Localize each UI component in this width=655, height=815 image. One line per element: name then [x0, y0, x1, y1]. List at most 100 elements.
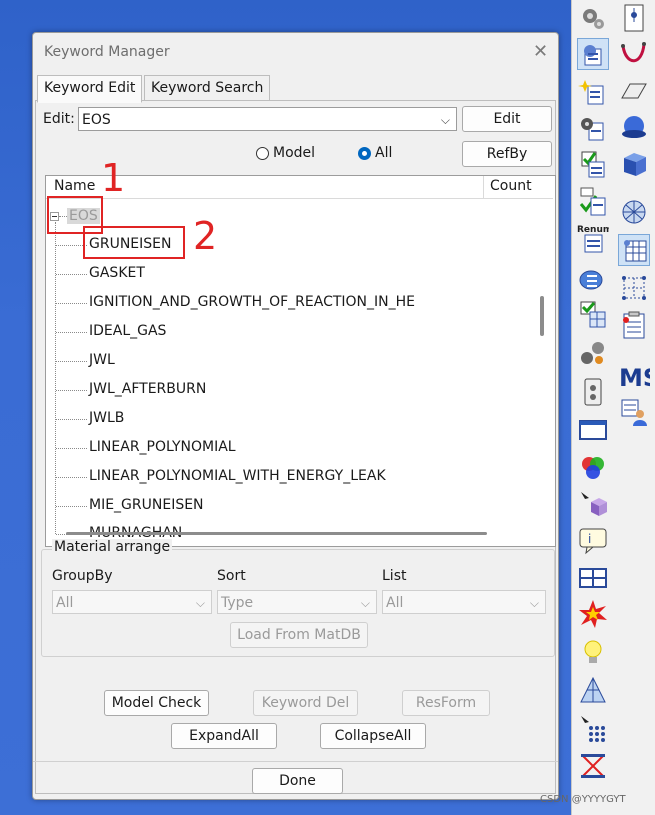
annotation-box-2: [83, 226, 185, 259]
tree-connector: [56, 506, 87, 507]
check-document-icon[interactable]: [577, 186, 609, 218]
document-view-icon[interactable]: [618, 2, 650, 34]
table-grid-icon[interactable]: [618, 234, 650, 266]
tree-node-child[interactable]: LINEAR_POLYNOMIAL: [89, 439, 236, 455]
close-icon[interactable]: ✕: [533, 41, 548, 62]
renum-icon[interactable]: Renum: [577, 222, 609, 254]
chevron-down-icon: ⌵: [529, 596, 539, 610]
check-grid-icon[interactable]: [577, 298, 609, 330]
tree-connector: [56, 390, 87, 391]
tree-connector: [56, 361, 87, 362]
beam-truss-icon[interactable]: [577, 750, 609, 782]
tree-connector: [56, 477, 87, 478]
tree-node-child[interactable]: JWLB: [89, 410, 124, 426]
edit-combobox-value: EOS: [82, 112, 111, 128]
tree-node-child[interactable]: JWL: [89, 352, 115, 368]
tree-connector: [56, 332, 87, 333]
tree-connector: [56, 303, 87, 304]
keyword-manager-dialog: Keyword Manager ✕ Keyword Edit Keyword S…: [32, 32, 559, 800]
multi-gear-icon[interactable]: [577, 338, 609, 370]
material-arrange-group: Material arrange GroupBy Sort List All ⌵…: [41, 539, 555, 657]
watermark: CSDN @YYYYGYT: [540, 794, 626, 805]
gear-list-icon[interactable]: [577, 112, 609, 144]
sort-select-value: Type: [221, 595, 254, 611]
clipboard-list-icon[interactable]: [618, 310, 650, 342]
column-count[interactable]: Count: [490, 178, 532, 194]
tree-node-child[interactable]: MIE_GRUNEISEN: [89, 497, 204, 513]
tree-connector: [56, 448, 87, 449]
expand-all-button[interactable]: ExpandAll: [171, 723, 277, 749]
node-grid-icon[interactable]: [618, 272, 650, 304]
list-select[interactable]: All ⌵: [382, 590, 546, 614]
load-from-matdb-button[interactable]: Load From MatDB: [230, 622, 368, 648]
solid-block-icon[interactable]: [618, 148, 650, 180]
footer-divider: [33, 761, 558, 762]
refby-button[interactable]: RefBy: [462, 141, 552, 167]
radio-all-label: All: [375, 145, 393, 161]
color-palette-icon[interactable]: [577, 452, 609, 484]
edit-button[interactable]: Edit: [462, 106, 552, 132]
radio-model-circle: [256, 146, 269, 160]
svg-text:i: i: [588, 532, 591, 546]
gear-settings-icon[interactable]: [577, 2, 609, 34]
grid-view-icon[interactable]: [577, 562, 609, 594]
explosion-icon[interactable]: [577, 598, 609, 630]
chevron-down-icon: ⌵: [195, 596, 205, 610]
sphere-icon[interactable]: [618, 112, 650, 144]
tree-node-child[interactable]: LINEAR_POLYNOMIAL_WITH_ENERGY_LEAK: [89, 468, 386, 484]
edit-combobox[interactable]: EOS ⌵: [78, 107, 457, 131]
tree-node-child[interactable]: IDEAL_GAS: [89, 323, 166, 339]
sort-label: Sort: [217, 568, 246, 584]
keyword-del-button[interactable]: Keyword Del: [253, 690, 358, 716]
chevron-down-icon: ⌵: [440, 113, 450, 127]
window-icon[interactable]: [577, 414, 609, 446]
check-list-icon[interactable]: [577, 148, 609, 180]
radio-model[interactable]: Model: [256, 145, 315, 161]
comment-icon[interactable]: i: [577, 524, 609, 556]
dot-matrix-icon[interactable]: [577, 712, 609, 744]
cube-cursor-icon[interactable]: [577, 488, 609, 520]
right-toolbar: Renum i MS: [571, 0, 655, 815]
radio-all-circle: [358, 146, 371, 160]
collapse-all-button[interactable]: CollapseAll: [320, 723, 426, 749]
tree-connector: [56, 419, 87, 420]
plane-icon[interactable]: [618, 76, 650, 108]
done-button[interactable]: Done: [252, 768, 343, 794]
keyword-manager-icon[interactable]: [577, 38, 609, 70]
sparkle-list-icon[interactable]: [577, 76, 609, 108]
radio-all[interactable]: All: [358, 145, 392, 161]
list-label: List: [382, 568, 407, 584]
tree-connector: [56, 274, 87, 275]
groupby-select-value: All: [56, 595, 74, 611]
tab-keyword-search[interactable]: Keyword Search: [144, 75, 271, 103]
resform-button[interactable]: ResForm: [402, 690, 490, 716]
column-name[interactable]: Name: [54, 178, 95, 194]
tree-node-child[interactable]: GASKET: [89, 265, 145, 281]
column-separator[interactable]: [483, 176, 484, 198]
ms-label: MS: [619, 364, 650, 392]
material-arrange-title: Material arrange: [52, 539, 173, 555]
chevron-down-icon: ⌵: [360, 596, 370, 610]
list-select-value: All: [386, 595, 404, 611]
tree-node-child[interactable]: JWL_AFTERBURN: [89, 381, 206, 397]
radio-model-label: Model: [273, 145, 316, 161]
horizontal-scrollbar[interactable]: [66, 532, 487, 535]
curve-icon[interactable]: [618, 38, 650, 70]
annotation-number-2: 2: [193, 214, 218, 258]
mesh-sphere-icon[interactable]: [618, 196, 650, 228]
user-list-icon[interactable]: [618, 396, 650, 428]
model-check-button[interactable]: Model Check: [104, 690, 209, 716]
vertical-scrollbar[interactable]: [540, 296, 544, 336]
sort-select[interactable]: Type ⌵: [217, 590, 377, 614]
groupby-select[interactable]: All ⌵: [52, 590, 212, 614]
layers-list-icon[interactable]: [577, 264, 609, 296]
annotation-number-1: 1: [101, 156, 126, 200]
mesh-triangle-icon[interactable]: [577, 674, 609, 706]
device-icon[interactable]: [577, 376, 609, 408]
tree-node-child[interactable]: IGNITION_AND_GROWTH_OF_REACTION_IN_HE: [89, 294, 415, 310]
lightbulb-icon[interactable]: [577, 636, 609, 668]
groupby-label: GroupBy: [52, 568, 113, 584]
edit-label: Edit:: [43, 111, 75, 127]
ms-icon[interactable]: MS: [618, 360, 650, 392]
tab-keyword-edit[interactable]: Keyword Edit: [37, 75, 143, 103]
